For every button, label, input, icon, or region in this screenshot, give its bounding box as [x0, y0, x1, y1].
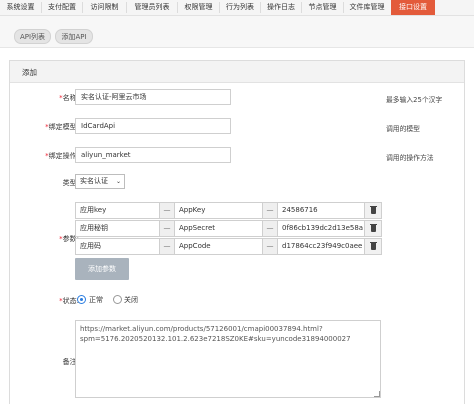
- add-api-button[interactable]: 添加API: [55, 29, 93, 44]
- type-select-value: 实名认证: [80, 177, 108, 185]
- name-hint: 最多输入25个汉字: [386, 96, 443, 104]
- type-select[interactable]: 实名认证 ⌄: [75, 174, 125, 189]
- param-separator: —: [262, 202, 278, 219]
- delete-param-button[interactable]: [364, 238, 382, 255]
- status-label: *状态:: [59, 297, 79, 305]
- name-input[interactable]: 实名认证-阿里云市场: [75, 89, 231, 105]
- remark-textarea[interactable]: https://market.aliyun.com/products/57126…: [75, 320, 381, 398]
- param-separator: —: [159, 238, 175, 255]
- add-param-button[interactable]: 添加参数: [75, 258, 129, 280]
- action-hint: 调用的操作方法: [386, 154, 434, 162]
- param-value-input[interactable]: d17864cc23f949c0aee: [277, 238, 365, 255]
- action-input[interactable]: aliyun_market: [75, 147, 231, 163]
- param-separator: —: [262, 220, 278, 237]
- param-value-input[interactable]: 24586716: [277, 202, 365, 219]
- tab-system-settings[interactable]: 系统设置: [0, 0, 41, 15]
- param-name-input[interactable]: 应用key: [75, 202, 160, 219]
- status-on-label: 正常: [89, 296, 103, 304]
- tab-operation-log[interactable]: 操作日志: [261, 0, 301, 15]
- param-separator: —: [262, 238, 278, 255]
- api-list-button[interactable]: API列表: [14, 29, 51, 44]
- param-name-input[interactable]: 应用秘钥: [75, 220, 160, 237]
- trash-icon-body: [371, 207, 376, 214]
- panel-title: 添加: [22, 68, 37, 77]
- param-separator: —: [159, 202, 175, 219]
- chevron-down-icon: ⌄: [115, 178, 121, 185]
- status-off-radio[interactable]: [113, 295, 122, 304]
- resize-handle[interactable]: [374, 391, 380, 397]
- status-off-label: 关闭: [124, 296, 138, 304]
- tab-api-settings[interactable]: 接口设置: [391, 0, 435, 15]
- tab-payment-config[interactable]: 支付配置: [42, 0, 82, 15]
- model-label: *绑定模型:: [45, 123, 79, 131]
- delete-param-button[interactable]: [364, 220, 382, 237]
- tab-file-library[interactable]: 文件库管理: [344, 0, 390, 15]
- panel-header: 添加: [10, 61, 464, 83]
- tab-behavior-list[interactable]: 行为列表: [220, 0, 260, 15]
- status-on-radio[interactable]: [77, 295, 86, 304]
- model-input[interactable]: IdCardApi: [75, 118, 231, 134]
- tab-node-management[interactable]: 节点管理: [302, 0, 343, 15]
- param-name-input[interactable]: 应用码: [75, 238, 160, 255]
- delete-param-button[interactable]: [364, 202, 382, 219]
- top-nav: 系统设置 支付配置 访问限制 管理员列表 权限管理 行为列表 操作日志 节点管理…: [0, 0, 474, 16]
- model-hint: 调用的模型: [386, 125, 420, 133]
- add-api-panel: 添加 *名称: 实名认证-阿里云市场 最多输入25个汉字 *绑定模型: IdCa…: [9, 60, 465, 404]
- param-key-input[interactable]: AppSecret: [174, 220, 263, 237]
- trash-icon-body: [371, 243, 376, 250]
- param-key-input[interactable]: AppKey: [174, 202, 263, 219]
- tab-permissions[interactable]: 权限管理: [178, 0, 219, 15]
- param-value-input[interactable]: 0f86cb139dc2d13e58a: [277, 220, 365, 237]
- param-key-input[interactable]: AppCode: [174, 238, 263, 255]
- tab-access-limit[interactable]: 访问限制: [83, 0, 126, 15]
- param-separator: —: [159, 220, 175, 237]
- trash-icon-body: [371, 225, 376, 232]
- tab-admin-list[interactable]: 管理员列表: [127, 0, 177, 15]
- action-label: *绑定操作:: [45, 152, 79, 160]
- sub-toolbar: API列表 添加API: [0, 16, 474, 48]
